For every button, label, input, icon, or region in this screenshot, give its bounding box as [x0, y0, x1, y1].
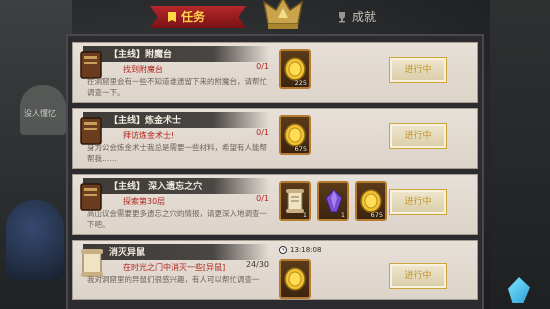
- coin-icon: [284, 57, 306, 81]
- crown-emblem-icon: [262, 0, 304, 29]
- background-right-scenery: [490, 0, 550, 309]
- clock-icon: [279, 246, 287, 254]
- quest-description: 在洞窟里会有一些不知道谁遗留下来的附魔台，请帮忙调查一下。: [87, 77, 267, 97]
- quest-target: 找到附魔台: [123, 65, 163, 74]
- quest-progress: 24/30: [245, 260, 269, 269]
- quest-panel: 【主线】附魔台 找到附魔台 0/1 在洞窟里会有一些不知道谁遗留下来的附魔台，请…: [66, 34, 484, 309]
- gem-icon: [325, 189, 343, 213]
- trophy-icon: [339, 11, 345, 22]
- quest-card: 【主线】炼金术士 拜访炼金术士! 0/1 身为公会炼金术士我总是需要一些材料，希…: [72, 108, 478, 169]
- quest-tab-icon: [168, 11, 176, 22]
- reward-slot[interactable]: 1: [317, 181, 349, 221]
- reward-slot[interactable]: 675: [279, 115, 311, 155]
- quest-status-button[interactable]: 进行中: [389, 189, 447, 215]
- game-screen: 没人懂忆 任务 成就 【主线】附魔台 找到附魔台 0/1 在洞窟里会有一些不知道…: [0, 0, 550, 309]
- background-character: [6, 200, 64, 280]
- quest-card: 消灭异鼠 13:18:08 在时光之门中消灭一些[异鼠] 24/30 我对洞窟里…: [72, 240, 478, 300]
- quest-status-button[interactable]: 进行中: [389, 263, 447, 289]
- reward-slot[interactable]: 225: [279, 49, 311, 89]
- tab-achievement[interactable]: 成就: [336, 8, 376, 25]
- reward-count: 1: [302, 211, 307, 219]
- tab-quest[interactable]: 任务: [166, 8, 205, 25]
- quest-card: 【主线】附魔台 找到附魔台 0/1 在洞窟里会有一些不知道谁遗留下来的附魔台，请…: [72, 42, 478, 103]
- reward-slot[interactable]: 1: [279, 181, 311, 221]
- tab-achievement-label: 成就: [352, 10, 377, 24]
- quest-description: 高山议会需要更多遗忘之穴的情报，请更深入地调查一下吧。: [87, 209, 267, 229]
- quest-title: 消灭异鼠: [109, 248, 146, 258]
- reward-count: 675: [294, 145, 307, 153]
- quest-target: 探索第30层: [123, 197, 166, 206]
- coin-icon: [284, 123, 306, 147]
- reward-count: 1: [340, 211, 345, 219]
- quest-target: 在时光之门中消灭一些[异鼠]: [123, 263, 226, 272]
- reward-slot[interactable]: [279, 259, 311, 299]
- quest-card: 【主线】 深入遗忘之穴 探索第30层 0/1 高山议会需要更多遗忘之穴的情报，请…: [72, 174, 478, 235]
- quest-description: 身为公会炼金术士我总是需要一些材料，希望有人能帮帮我……: [87, 143, 267, 163]
- quest-list[interactable]: 【主线】附魔台 找到附魔台 0/1 在洞窟里会有一些不知道谁遗留下来的附魔台，请…: [72, 40, 478, 309]
- quest-target: 拜访炼金术士!: [123, 131, 175, 140]
- reward-slot[interactable]: 675: [355, 181, 387, 221]
- reward-count: 225: [294, 79, 307, 87]
- quest-progress: 0/1: [256, 62, 269, 71]
- tab-quest-label: 任务: [181, 10, 206, 24]
- quest-progress: 0/1: [256, 128, 269, 137]
- quest-title: 【主线】附魔台: [109, 50, 173, 60]
- quest-status-button[interactable]: 进行中: [389, 57, 447, 83]
- quest-status-button[interactable]: 进行中: [389, 123, 447, 149]
- coin-icon: [284, 267, 306, 291]
- quest-timer: 13:18:08: [279, 246, 321, 254]
- quest-timer-value: 13:18:08: [290, 246, 322, 254]
- quest-title: 【主线】 深入遗忘之穴: [109, 182, 203, 192]
- quest-description: 我对洞窟里的异鼠们很感兴趣，有人可以帮忙调查一: [87, 275, 260, 284]
- tab-bar: 任务 成就: [110, 0, 450, 38]
- quest-progress: 0/1: [256, 194, 269, 203]
- reward-count: 675: [370, 211, 383, 219]
- coin-icon: [360, 189, 382, 213]
- background-side-text: 没人懂忆: [24, 109, 56, 118]
- quest-title: 【主线】炼金术士: [109, 116, 182, 126]
